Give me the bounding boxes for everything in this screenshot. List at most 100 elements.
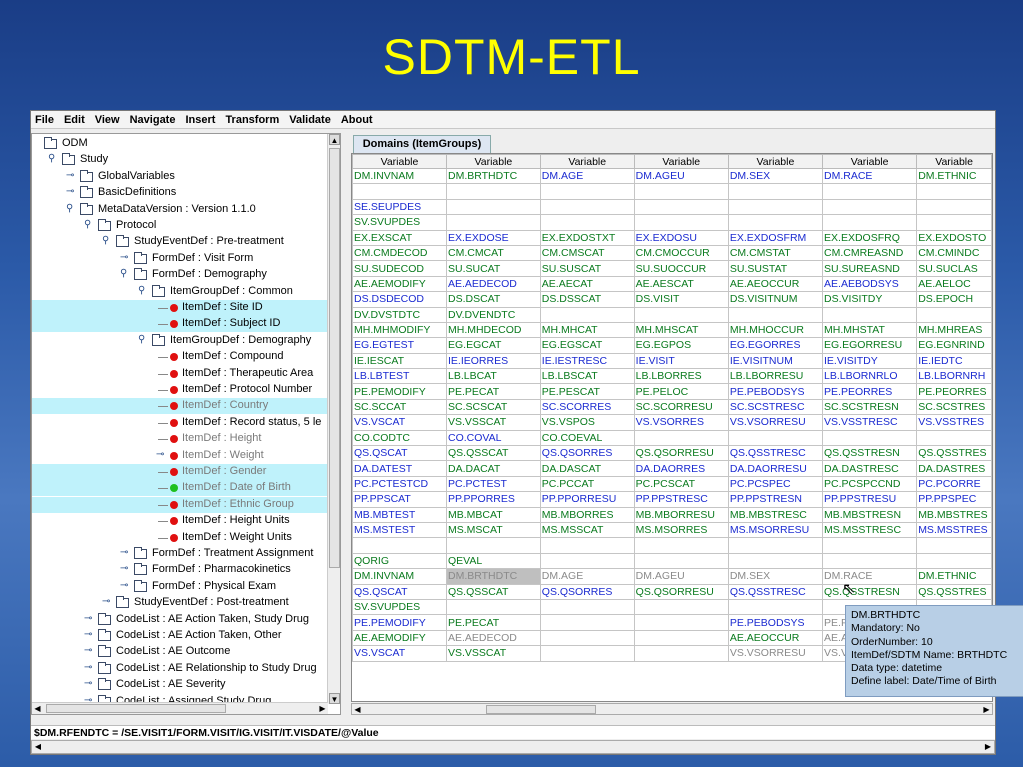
tree-hscroll-thumb[interactable] [46, 704, 226, 713]
variable-cell[interactable]: VS.VSSCAT [445, 645, 541, 662]
column-header[interactable]: Variable [633, 154, 729, 169]
variable-cell[interactable]: PC.PCTESTCD [352, 475, 447, 493]
collapse-handle-icon[interactable]: ⚲ [66, 203, 78, 214]
variable-cell[interactable]: PP.PPSPEC [916, 491, 992, 508]
variable-cell[interactable]: MS.MSCAT [445, 521, 541, 539]
tree-horizontal-scrollbar[interactable]: ◀ ▶ [32, 702, 328, 714]
collapse-handle-icon[interactable]: ⚲ [84, 219, 96, 230]
variable-cell[interactable]: QS.QSSCAT [445, 583, 541, 600]
variable-cell[interactable] [445, 537, 541, 554]
tree-node[interactable]: ⊸ FormDef : Visit Form [32, 251, 328, 267]
variable-cell[interactable] [727, 198, 824, 216]
variable-cell[interactable] [352, 537, 447, 554]
variable-cell[interactable]: SC.SCORRES [539, 398, 635, 416]
tree-node[interactable]: ⊸ CodeList : AE Severity [32, 677, 328, 693]
variable-cell[interactable]: MH.MHREAS [916, 321, 992, 339]
variable-cell[interactable] [539, 645, 635, 662]
tree-node[interactable]: ItemDef : Site ID [32, 300, 328, 316]
variable-cell[interactable] [633, 645, 729, 662]
variable-cell[interactable] [633, 552, 729, 570]
tree-scroll-thumb[interactable] [329, 148, 340, 568]
variable-cell[interactable]: SC.SCSTRESC [727, 398, 824, 416]
variable-cell[interactable] [727, 306, 824, 323]
variable-cell[interactable]: MB.MBTEST [352, 506, 447, 523]
grid-horizontal-scrollbar[interactable]: ◀ ▶ [351, 703, 993, 715]
column-header[interactable]: Variable [445, 154, 541, 169]
variable-cell[interactable] [445, 183, 541, 200]
variable-cell[interactable]: VS.VSPOS [539, 414, 635, 431]
variable-cell[interactable] [727, 183, 824, 200]
tree-node[interactable]: ItemDef : Compound [32, 349, 328, 365]
menu-item-view[interactable]: View [95, 114, 120, 126]
tree-node[interactable]: ⊸ CodeList : AE Relationship to Study Dru… [32, 661, 328, 677]
expand-handle-icon[interactable]: ⊸ [66, 170, 78, 181]
tree-node[interactable]: ItemDef : Country [32, 398, 328, 415]
variable-cell[interactable]: DS.DSCAT [445, 291, 541, 308]
variable-cell[interactable]: MH.MHMODIFY [352, 321, 447, 339]
column-header[interactable]: Variable [352, 154, 447, 169]
variable-cell[interactable]: MH.MHSTAT [822, 321, 918, 339]
variable-cell[interactable] [727, 214, 824, 231]
variable-cell[interactable]: MS.MSTEST [352, 521, 447, 539]
tree-node[interactable]: ⊸ GlobalVariables [32, 169, 328, 185]
variable-cell[interactable]: EG.EGPOS [633, 337, 729, 354]
variable-cell[interactable] [822, 183, 918, 200]
variable-cell[interactable]: SC.SCSTRESN [822, 398, 918, 416]
variable-cell[interactable]: PE.PECAT [445, 614, 541, 631]
variable-cell[interactable]: LB.LBORNRLO [822, 368, 918, 385]
variable-cell[interactable] [916, 537, 992, 554]
variable-cell[interactable] [916, 306, 992, 323]
variable-cell[interactable]: EX.EXDOSE [445, 229, 541, 246]
expand-handle-icon[interactable]: ⊸ [120, 563, 132, 574]
variable-cell[interactable]: DM.RACE [822, 167, 918, 185]
expand-handle-icon[interactable]: ⊸ [84, 678, 96, 689]
tree-node[interactable]: ⊸ ItemDef : Weight [32, 448, 328, 464]
expand-handle-icon[interactable]: ⊸ [84, 613, 96, 624]
tree-node[interactable]: ⊸ StudyEventDef : Post-treatment [32, 595, 328, 611]
variable-cell[interactable] [539, 537, 635, 554]
variable-cell[interactable]: MB.MBORRES [539, 506, 635, 523]
variable-cell[interactable]: DM.RACE [822, 568, 918, 585]
variable-cell[interactable]: DM.BRTHDTC [445, 568, 541, 585]
menu-item-navigate[interactable]: Navigate [130, 114, 176, 126]
variable-cell[interactable]: AE.AEDECOD [445, 275, 541, 293]
variable-cell[interactable]: MS.MSSTRESC [822, 521, 918, 539]
variable-cell[interactable] [539, 306, 635, 323]
variable-cell[interactable]: PC.PCTEST [445, 475, 541, 493]
variable-cell[interactable]: CO.CODTC [352, 429, 447, 447]
tree-node[interactable]: ⚲ Study [32, 152, 328, 168]
variable-cell[interactable]: AE.AELOC [916, 275, 992, 293]
variable-cell[interactable]: PE.PESCAT [539, 383, 635, 400]
variable-cell[interactable]: EG.EGORRESU [822, 337, 918, 354]
tree-node[interactable]: ItemDef : Gender [32, 464, 328, 480]
variable-cell[interactable]: LB.LBSCAT [539, 368, 635, 385]
variable-cell[interactable]: MB.MBSTRESC [727, 506, 824, 523]
variable-cell[interactable] [539, 214, 635, 231]
variable-cell[interactable] [539, 198, 635, 216]
scroll-left-arrow-icon[interactable]: ◀ [352, 704, 363, 715]
expand-handle-icon[interactable]: ⊸ [102, 596, 114, 607]
variable-cell[interactable]: LB.LBTEST [352, 368, 447, 385]
tree-node[interactable]: ⊸ FormDef : Pharmacokinetics [32, 562, 328, 578]
tab-domains[interactable]: Domains (ItemGroups) [353, 135, 491, 153]
tree-node[interactable]: ⚲ ItemGroupDef : Common [32, 284, 328, 300]
variable-cell[interactable]: PP.PPSTRESU [822, 491, 918, 508]
menu-item-edit[interactable]: Edit [64, 114, 85, 126]
variable-cell[interactable]: QS.QSORRESU [633, 445, 729, 462]
variable-cell[interactable]: DM.AGEU [633, 167, 729, 185]
variable-cell[interactable]: DS.VISITDY [822, 291, 918, 308]
variable-cell[interactable]: QS.QSSTRESN [822, 583, 918, 600]
variable-cell[interactable] [633, 429, 729, 447]
variable-cell[interactable]: IE.IESTRESC [539, 352, 635, 370]
variable-cell[interactable]: DM.BRTHDTC [445, 167, 541, 185]
tree-node[interactable]: ⊸ CodeList : AE Action Taken, Study Drug [32, 612, 328, 628]
variable-cell[interactable] [822, 306, 918, 323]
scroll-left-arrow-icon[interactable]: ◀ [32, 703, 43, 714]
collapse-handle-icon[interactable]: ⚲ [120, 268, 132, 279]
variable-cell[interactable]: AE.AESCAT [633, 275, 729, 293]
variable-cell[interactable]: MH.MHDECOD [445, 321, 541, 339]
variable-cell[interactable]: EG.EGSCAT [539, 337, 635, 354]
collapse-handle-icon[interactable]: ⚲ [102, 235, 114, 246]
variable-cell[interactable]: DM.SEX [727, 568, 824, 585]
variable-cell[interactable]: DA.DAORRES [633, 460, 729, 477]
